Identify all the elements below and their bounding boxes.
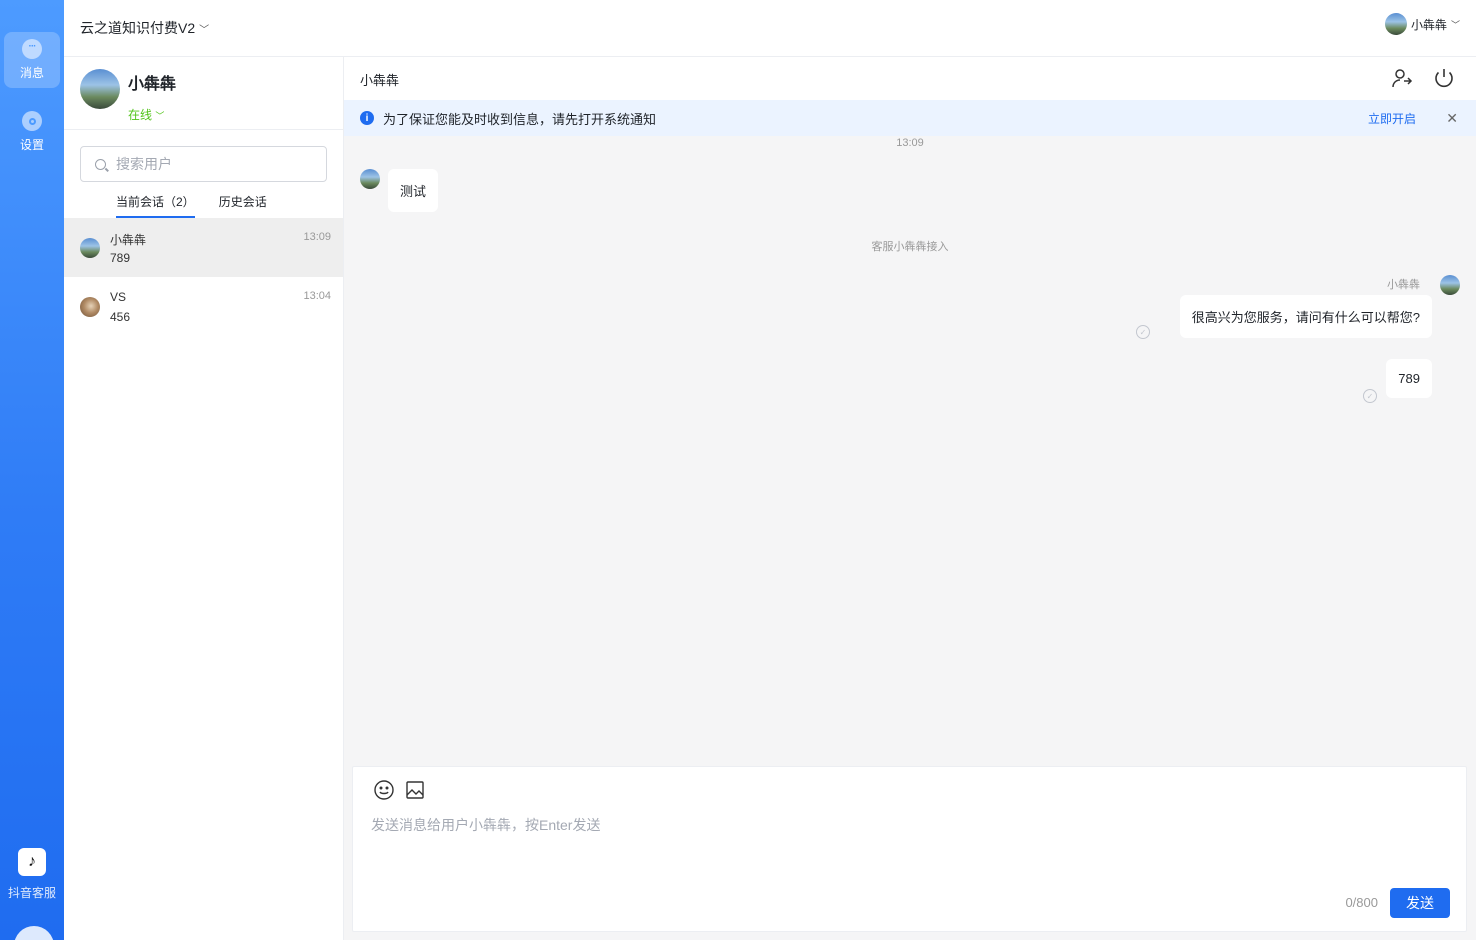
agent-profile: 小犇犇 在线 ﹀ (80, 69, 176, 123)
close-icon[interactable]: ✕ (1446, 110, 1458, 127)
search-box[interactable] (80, 146, 327, 182)
avatar (80, 297, 100, 317)
app-switcher[interactable]: 云之道知识付费V2 ﹀ (80, 18, 209, 38)
status-label: 在线 (128, 108, 153, 122)
chevron-down-icon: ﹀ (1450, 19, 1460, 30)
search-input[interactable] (116, 156, 316, 172)
user-name: 小犇犇 (1410, 17, 1447, 32)
chevron-down-icon: ﹀ (155, 111, 165, 121)
rail-decoration (14, 926, 54, 940)
tab-history-sessions[interactable]: 历史会话 (219, 193, 267, 218)
image-icon[interactable] (404, 779, 426, 801)
chat-title: 小犇犇 (360, 73, 400, 88)
outgoing-message: 很高兴为您服务，请问有什么可以帮您? (1179, 295, 1432, 338)
chevron-down-icon: ﹀ (199, 25, 210, 36)
avatar (360, 169, 380, 189)
chat-header: 小犇犇 (344, 57, 1476, 100)
chat-panel: 小犇犇 i 为了保证您能及时收到信息，请先打开系统通知 立即开启 ✕ 13:09… (344, 57, 1476, 940)
tab-current-sessions[interactable]: 当前会话（2） (116, 193, 195, 218)
session-time: 13:04 (303, 290, 331, 302)
session-item[interactable]: VS 456 13:04 (64, 277, 343, 336)
settings-icon (22, 111, 42, 131)
transfer-user-icon[interactable] (1390, 66, 1414, 90)
avatar (1384, 13, 1407, 35)
outgoing-message: 789 (1386, 359, 1432, 398)
session-item[interactable]: 小犇犇 789 13:09 (64, 218, 343, 277)
divider (64, 129, 343, 130)
status-selector[interactable]: 在线 ﹀ (128, 106, 176, 123)
agent-sender-name: 小犇犇 (1387, 279, 1420, 291)
rail-item-label: 消息 (19, 66, 44, 80)
session-preview: 456 (110, 310, 131, 324)
session-name: 小犇犇 (110, 233, 147, 247)
emoji-icon[interactable] (373, 779, 395, 801)
notification-banner: i 为了保证您能及时收到信息，请先打开系统通知 立即开启 ✕ (344, 100, 1476, 136)
douyin-label: 抖音客服 (7, 886, 56, 900)
enable-notification-link[interactable]: 立即开启 (1368, 110, 1416, 127)
system-message: 客服小犇犇接入 (871, 241, 949, 253)
message-input[interactable] (371, 815, 1451, 875)
douyin-icon: ♪ (18, 848, 46, 876)
read-check-icon: ✓ (1136, 325, 1150, 339)
session-list: 小犇犇 789 13:09 VS 456 13:04 (64, 218, 343, 336)
douyin-service-button[interactable]: ♪ 抖音客服 (0, 848, 64, 901)
rail-item-label: 设置 (19, 138, 44, 152)
session-panel: 小犇犇 在线 ﹀ 当前会话（2） 历史会话 小犇犇 789 13:09 VS 4… (64, 57, 344, 940)
session-tabs: 当前会话（2） 历史会话 (116, 193, 291, 218)
user-menu[interactable]: 小犇犇 ﹀ (1384, 13, 1460, 35)
message-timestamp: 13:09 (896, 137, 924, 149)
left-rail: ··· 消息 设置 ♪ 抖音客服 (0, 0, 64, 940)
notice-text: 为了保证您能及时收到信息，请先打开系统通知 (383, 111, 657, 127)
message-icon: ··· (22, 39, 42, 59)
rail-item-settings[interactable]: 设置 (4, 104, 60, 160)
message-composer: 0/800 发送 (352, 766, 1467, 932)
char-counter: 0/800 (1345, 895, 1378, 910)
search-icon (95, 158, 106, 170)
incoming-message: 测试 (388, 169, 439, 212)
send-button[interactable]: 发送 (1390, 888, 1450, 918)
rail-item-messages[interactable]: ··· 消息 (4, 32, 60, 88)
session-time: 13:09 (303, 231, 331, 243)
agent-name: 小犇犇 (128, 76, 177, 93)
session-preview: 789 (110, 251, 131, 265)
avatar (80, 69, 120, 109)
info-icon: i (360, 111, 374, 125)
avatar (1440, 275, 1460, 295)
session-name: VS (110, 290, 127, 304)
top-bar: 云之道知识付费V2 ﹀ 小犇犇 ﹀ (64, 0, 1476, 57)
avatar (80, 238, 100, 258)
app-title: 云之道知识付费V2 (80, 20, 196, 36)
read-check-icon: ✓ (1363, 389, 1377, 403)
power-icon[interactable] (1432, 66, 1456, 90)
